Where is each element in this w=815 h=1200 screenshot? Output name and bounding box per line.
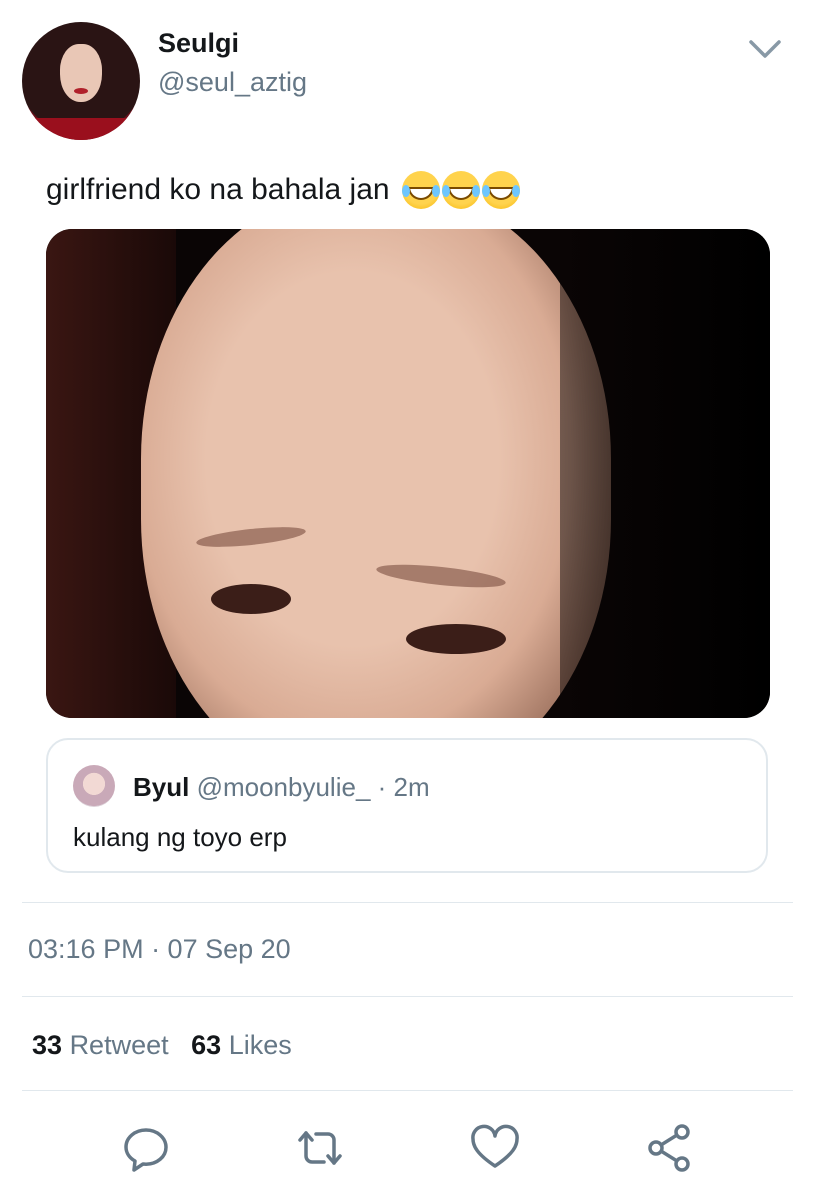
media-right-eye xyxy=(406,624,506,654)
avatar-lips xyxy=(74,88,88,94)
quoted-separator: · xyxy=(377,772,387,802)
retweet-label: Retweet xyxy=(69,1030,169,1060)
divider xyxy=(22,902,793,903)
tweet-media-image[interactable] xyxy=(46,229,770,718)
retweet-icon xyxy=(298,1131,342,1165)
author-avatar[interactable] xyxy=(22,22,140,140)
like-button[interactable] xyxy=(467,1120,523,1176)
avatar-collar xyxy=(22,118,140,140)
quoted-tweet[interactable]: Byul @moonbyulie_ · 2m kulang ng toyo er… xyxy=(46,738,768,873)
author-handle[interactable]: @seul_aztig xyxy=(158,67,307,98)
likes-label: Likes xyxy=(228,1030,292,1060)
reply-button[interactable] xyxy=(118,1120,174,1176)
share-button[interactable] xyxy=(642,1120,698,1176)
likes-stat[interactable]: 63 Likes xyxy=(191,1030,292,1060)
reply-icon xyxy=(124,1128,168,1172)
quoted-author-name: Byul xyxy=(133,772,190,802)
divider xyxy=(22,996,793,997)
retweet-stat[interactable]: 33 Retweet xyxy=(32,1030,176,1060)
like-icon xyxy=(471,1124,519,1168)
retweet-count: 33 xyxy=(32,1030,63,1060)
emoji-group xyxy=(401,171,520,209)
media-face xyxy=(141,229,611,718)
share-icon xyxy=(648,1124,690,1172)
author-name[interactable]: Seulgi xyxy=(158,28,239,59)
laughing-tears-emoji-icon xyxy=(441,171,480,209)
quoted-author-handle: @moonbyulie_ xyxy=(196,772,371,802)
laughing-tears-emoji-icon xyxy=(401,171,440,209)
media-hair-right xyxy=(560,229,770,718)
divider xyxy=(22,1090,793,1091)
quoted-text: kulang ng toyo erp xyxy=(73,822,287,852)
more-options-chevron-icon[interactable] xyxy=(745,34,785,64)
quoted-header: Byul @moonbyulie_ · 2m xyxy=(133,772,430,803)
likes-count: 63 xyxy=(191,1030,222,1060)
engagement-stats: 33 Retweet 63 Likes xyxy=(32,1030,292,1061)
tweet-text: girlfriend ko na bahala jan xyxy=(46,173,390,206)
quoted-time: 2m xyxy=(393,772,430,802)
tweet-text-row: girlfriend ko na bahala jan xyxy=(46,171,520,209)
media-left-eye xyxy=(211,584,291,614)
retweet-button[interactable] xyxy=(292,1120,348,1176)
quoted-author-avatar xyxy=(73,765,115,807)
tweet-timestamp[interactable]: 03:16 PM · 07 Sep 20 xyxy=(28,934,291,965)
laughing-tears-emoji-icon xyxy=(481,171,520,209)
